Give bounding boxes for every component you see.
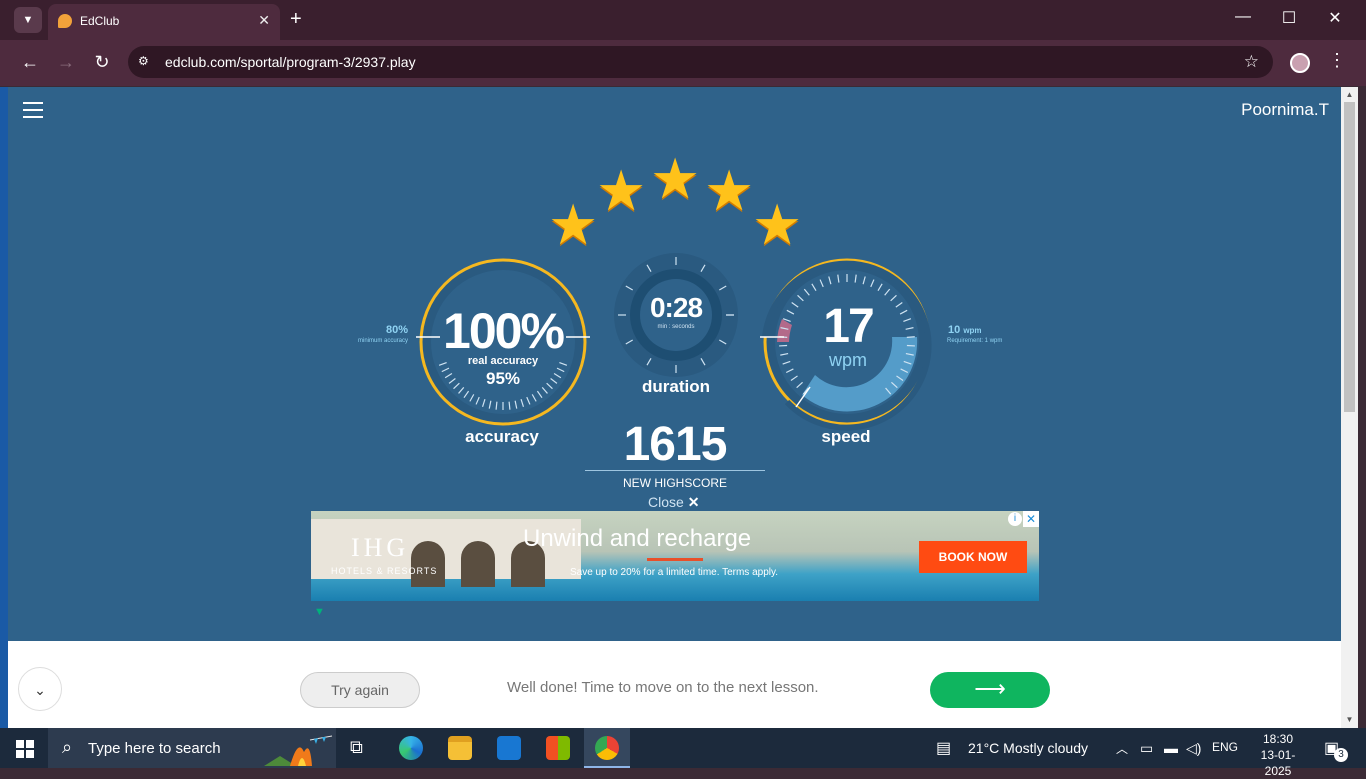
- tray-chevron-icon[interactable]: ︿: [1116, 740, 1128, 757]
- star-icon: ★: [650, 151, 700, 207]
- min-accuracy-value: 80%: [376, 324, 408, 336]
- real-accuracy-value: 95%: [438, 369, 568, 389]
- next-lesson-button[interactable]: ⟶: [930, 672, 1050, 708]
- profile-avatar[interactable]: [1290, 53, 1310, 73]
- url-text: edclub.com/sportal/program-3/2937.play: [165, 54, 416, 70]
- duration-unit: min : seconds: [636, 324, 716, 330]
- clock[interactable]: 18:30 13-01-2025: [1256, 731, 1300, 779]
- user-name[interactable]: Poornima.T: [1241, 100, 1329, 120]
- edge-browser-icon[interactable]: [399, 736, 423, 760]
- speed-requirement-value: 10 wpm: [948, 324, 982, 336]
- chrome-taskbar-item[interactable]: [584, 728, 630, 768]
- maximize-button[interactable]: ☐: [1274, 8, 1304, 28]
- speed-req-unit: wpm: [963, 326, 981, 335]
- ad-book-now-button[interactable]: BOOK NOW: [919, 541, 1027, 573]
- try-again-button[interactable]: Try again: [300, 672, 420, 708]
- ad-underline: [647, 558, 703, 561]
- ad-headline: Unwind and recharge: [523, 525, 751, 553]
- close-button[interactable]: Close ✕: [648, 494, 699, 511]
- results-page: Poornima.T ★ ★ ★ ★ ★ 100% real accuracy …: [8, 87, 1341, 728]
- star-icon: ★: [704, 163, 754, 219]
- ad-logo-sub: HOTELS & RESORTS: [331, 566, 437, 576]
- reload-button[interactable]: ↻: [90, 52, 114, 73]
- scroll-thumb[interactable]: [1344, 102, 1355, 412]
- speed-value: 17: [808, 299, 888, 354]
- address-bar[interactable]: ⚙ edclub.com/sportal/program-3/2937.play…: [128, 46, 1273, 78]
- highscore-label: NEW HIGHSCORE: [585, 476, 765, 490]
- desktop-edge: [0, 87, 8, 728]
- stars-rating: ★ ★ ★ ★ ★: [538, 147, 818, 257]
- back-button[interactable]: ←: [18, 52, 42, 73]
- score-divider: [585, 470, 765, 471]
- weather-text[interactable]: 21°C Mostly cloudy: [968, 740, 1088, 756]
- star-icon: ★: [548, 197, 598, 253]
- battery-icon[interactable]: ▬: [1164, 740, 1178, 756]
- volume-icon[interactable]: ◁): [1186, 740, 1201, 757]
- collapse-chevron-button[interactable]: ⌄: [18, 667, 62, 711]
- ad-info-icon[interactable]: i: [1008, 512, 1022, 526]
- page-scrollbar[interactable]: ▲ ▼: [1341, 87, 1358, 728]
- search-highlight-icon: [260, 732, 336, 768]
- edclub-favicon-icon: [58, 14, 72, 28]
- bookmark-star-icon[interactable]: ☆: [1244, 52, 1259, 72]
- close-label: Close: [648, 494, 684, 510]
- completion-message: Well done! Time to move on to the next l…: [507, 679, 819, 696]
- real-accuracy-label: real accuracy: [438, 355, 568, 367]
- min-accuracy-label: minimum accuracy: [330, 338, 408, 344]
- new-tab-button[interactable]: +: [290, 8, 302, 30]
- speed-label: speed: [786, 427, 906, 447]
- browser-tab-bar: ▼ EdClub ✕ + — ☐ ✕: [0, 0, 1366, 40]
- windows-taskbar: ⌕ Type here to search ⧉ ▤ 21°C Mostly cl…: [0, 728, 1366, 768]
- tab-title: EdClub: [80, 14, 119, 28]
- ad-close-icon[interactable]: ✕: [1023, 511, 1039, 527]
- browser-menu-icon[interactable]: ⋮: [1328, 50, 1346, 71]
- notification-count: 3: [1334, 748, 1348, 762]
- weather-icon[interactable]: ▤: [936, 738, 951, 758]
- language-indicator[interactable]: ENG: [1212, 740, 1238, 754]
- highscore-value: 1615: [585, 417, 765, 472]
- close-icon: ✕: [688, 494, 700, 510]
- task-view-icon[interactable]: ⧉: [350, 737, 363, 758]
- accuracy-value: 100%: [438, 302, 568, 360]
- ad-banner[interactable]: IHG HOTELS & RESORTS Unwind and recharge…: [311, 511, 1039, 601]
- speed-requirement-label: Requirement: 1 wpm: [947, 338, 1017, 344]
- star-icon: ★: [596, 163, 646, 219]
- ad-logo: IHG: [351, 533, 409, 563]
- tab-edclub[interactable]: EdClub ✕: [48, 4, 280, 40]
- browser-toolbar: ← → ↻ ⚙ edclub.com/sportal/program-3/293…: [0, 40, 1366, 86]
- chrome-icon: [595, 736, 619, 760]
- outlook-icon[interactable]: [497, 736, 521, 760]
- tab-search-button[interactable]: ▼: [14, 7, 42, 33]
- site-info-icon[interactable]: ⚙: [138, 54, 154, 70]
- minimize-button[interactable]: —: [1228, 8, 1258, 26]
- accuracy-label: accuracy: [442, 427, 562, 447]
- store-icon[interactable]: [546, 736, 570, 760]
- windows-start-icon[interactable]: [16, 740, 34, 758]
- ad-body: Save up to 20% for a limited time. Terms…: [569, 567, 779, 578]
- speed-unit: wpm: [808, 350, 888, 371]
- close-window-button[interactable]: ✕: [1320, 8, 1350, 28]
- meet-icon[interactable]: ▭: [1140, 740, 1153, 757]
- scroll-down-icon[interactable]: ▼: [1344, 715, 1355, 724]
- lesson-footer: ⌄ Try again Well done! Time to move on t…: [8, 641, 1341, 728]
- ad-choices-icon[interactable]: ▼: [314, 606, 325, 618]
- star-icon: ★: [752, 197, 802, 253]
- forward-button[interactable]: →: [54, 52, 78, 73]
- duration-value: 0:28: [636, 292, 716, 324]
- clock-time: 18:30: [1256, 731, 1300, 747]
- file-explorer-icon[interactable]: [448, 736, 472, 760]
- duration-label: duration: [616, 377, 736, 397]
- search-placeholder: Type here to search: [88, 740, 221, 757]
- speed-req-number: 10: [948, 324, 960, 336]
- clock-date: 13-01-2025: [1256, 747, 1300, 779]
- scroll-up-icon[interactable]: ▲: [1344, 90, 1355, 99]
- hamburger-menu-icon[interactable]: [23, 102, 43, 118]
- tab-close-icon[interactable]: ✕: [258, 12, 270, 29]
- search-icon: ⌕: [62, 737, 72, 758]
